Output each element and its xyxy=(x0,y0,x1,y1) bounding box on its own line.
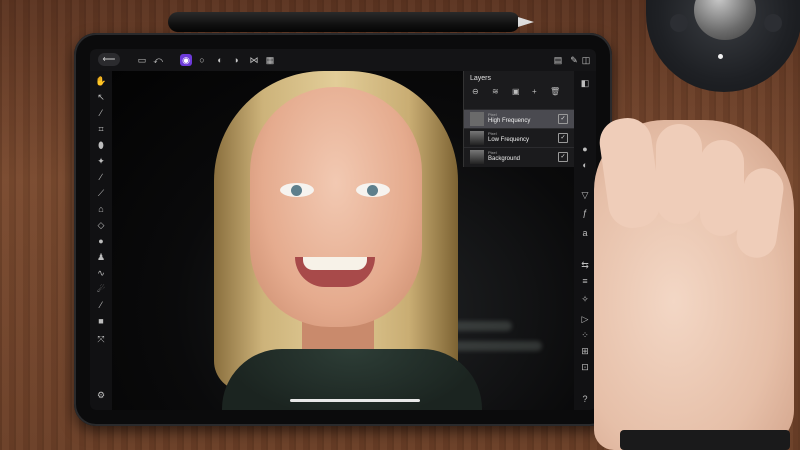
dial-led xyxy=(718,54,723,59)
layer-row[interactable]: Pixel High Frequency ✓ xyxy=(464,109,574,128)
layers-panel: Layers ⊖ ≋ ▣ + 🗑 Pixel High Frequency ✓ … xyxy=(463,71,574,167)
layer-name: Low Frequency xyxy=(488,137,530,143)
app-screen: ⟵ ▭ ⤺ ◉ ○ ◐ ◑ ⋈ ▦ ▤ ✎ ◫ ✋ ↖ ⁄ ⌗ ⬮ ✦ ∕ ⟋ … xyxy=(90,49,596,410)
layer-row[interactable]: Pixel Low Frequency ✓ xyxy=(464,128,574,147)
layers-icon[interactable]: ◧ xyxy=(579,77,591,89)
history-icon[interactable]: ⇆ xyxy=(579,259,591,271)
selection-brush-icon[interactable]: ⬮ xyxy=(95,139,107,151)
iris xyxy=(291,185,302,196)
move-tool-icon[interactable]: ↖ xyxy=(95,91,107,103)
photo-persona-icon[interactable]: ◉ xyxy=(180,54,192,66)
user-hand xyxy=(594,114,794,450)
left-tool-bar: ✋ ↖ ⁄ ⌗ ⬮ ✦ ∕ ⟋ ⌂ ◇ ● ♟ ∿ ☄ ⁄ ■ ⤧ ⚙ xyxy=(90,71,112,410)
color-picker-icon[interactable]: ⁄ xyxy=(95,107,107,119)
develop-icon[interactable]: ◐ xyxy=(214,54,226,66)
paint-brush-icon[interactable]: ∕ xyxy=(95,171,107,183)
healing-brush-icon[interactable]: ∿ xyxy=(95,267,107,279)
layer-visibility-checkbox[interactable]: ✓ xyxy=(558,152,568,162)
dial-right-button xyxy=(764,14,782,32)
apple-pencil xyxy=(168,12,534,32)
brush-studio-icon[interactable]: ✎ xyxy=(568,54,580,66)
filters-icon[interactable]: ƒ xyxy=(579,207,591,219)
smiling-mouth xyxy=(295,257,375,287)
portrait-face xyxy=(250,87,422,327)
layers-panel-title: Layers xyxy=(470,75,492,82)
undo-icon[interactable]: ⤺ xyxy=(152,54,164,66)
document-icon[interactable]: ▭ xyxy=(136,54,148,66)
flood-select-icon[interactable]: ✦ xyxy=(95,155,107,167)
hand-tool-icon[interactable]: ✋ xyxy=(95,75,107,87)
teeth xyxy=(303,257,367,270)
layer-kind: Pixel xyxy=(488,112,497,117)
pencil-tip xyxy=(518,17,534,27)
layer-kind: Pixel xyxy=(488,150,497,155)
finger xyxy=(700,140,744,236)
export-icon[interactable]: ⋈ xyxy=(248,54,260,66)
layer-thumbnail xyxy=(470,112,484,126)
layer-row[interactable]: Pixel Background ✓ xyxy=(464,147,574,166)
sharpen-tool-icon[interactable]: ⁄ xyxy=(95,299,107,311)
left-eye xyxy=(280,183,314,197)
finger xyxy=(596,114,664,232)
swatches-icon[interactable]: ◐ xyxy=(579,159,591,171)
transform-panel-icon[interactable]: ✧ xyxy=(579,293,591,305)
crop-tool-icon[interactable]: ⌗ xyxy=(95,123,107,135)
clone-tool-icon[interactable]: ♟ xyxy=(95,251,107,263)
info-icon[interactable]: ⊡ xyxy=(579,361,591,373)
right-eye xyxy=(356,183,390,197)
color-swatch-icon[interactable]: ■ xyxy=(95,315,107,327)
stock-icon[interactable]: ⊞ xyxy=(579,345,591,357)
flood-fill-icon[interactable]: ⌂ xyxy=(95,203,107,215)
macro-icon[interactable]: ▷ xyxy=(579,313,591,325)
back-button[interactable]: ⟵ xyxy=(98,53,120,66)
navigator-icon[interactable]: ≡ xyxy=(579,275,591,287)
document-setup-icon[interactable]: ▤ xyxy=(552,54,564,66)
layer-thumbnail xyxy=(470,150,484,164)
top-toolbar: ⟵ ▭ ⤺ ◉ ○ ◐ ◑ ⋈ ▦ ▤ ✎ ◫ xyxy=(90,49,596,71)
smudge-tool-icon[interactable]: ☄ xyxy=(95,283,107,295)
dodge-tool-icon[interactable]: ● xyxy=(95,235,107,247)
dial-knob xyxy=(694,0,756,40)
character-icon[interactable]: a xyxy=(579,227,591,239)
iris xyxy=(367,185,378,196)
layer-name: High Frequency xyxy=(488,118,531,124)
pixel-tool-icon[interactable]: ⟋ xyxy=(95,187,107,199)
mask-icon[interactable]: ▣ xyxy=(512,87,520,96)
home-indicator xyxy=(290,399,420,402)
help-icon[interactable]: ? xyxy=(579,393,591,405)
blend-mode-icon[interactable]: ≋ xyxy=(492,87,499,96)
adjustments-icon[interactable]: ▽ xyxy=(579,189,591,201)
layer-thumbnail xyxy=(470,131,484,145)
settings-icon[interactable]: ⚙ xyxy=(95,389,107,401)
layer-kind: Pixel xyxy=(488,131,497,136)
delete-layer-icon[interactable]: 🗑 xyxy=(550,87,560,96)
grid-view-icon[interactable]: ▦ xyxy=(264,54,276,66)
layer-name: Background xyxy=(488,156,521,162)
channels-icon[interactable]: ⁘ xyxy=(579,329,591,341)
add-layer-icon[interactable]: + xyxy=(532,87,537,96)
layer-visibility-checkbox[interactable]: ✓ xyxy=(558,133,568,143)
erase-brush-icon[interactable]: ◇ xyxy=(95,219,107,231)
transform-tool-icon[interactable]: ⤧ xyxy=(95,333,107,345)
tone-map-icon[interactable]: ◑ xyxy=(230,54,242,66)
ipad-device: ⟵ ▭ ⤺ ◉ ○ ◐ ◑ ⋈ ▦ ▤ ✎ ◫ ✋ ↖ ⁄ ⌗ ⬮ ✦ ∕ ⟋ … xyxy=(74,33,612,426)
right-studio-bar: ◧ ● ◐ ▽ ƒ a ⇆ ≡ ✧ ▷ ⁘ ⊞ ⊡ ? xyxy=(574,71,596,410)
liquify-icon[interactable]: ○ xyxy=(196,54,208,66)
layers-studio-icon[interactable]: ◫ xyxy=(580,54,592,66)
dial-left-button xyxy=(670,14,688,32)
finger xyxy=(656,124,702,224)
wrist-watch-band xyxy=(620,430,790,450)
layer-visibility-checkbox[interactable]: ✓ xyxy=(558,114,568,124)
remove-layer-icon[interactable]: ⊖ xyxy=(472,87,479,96)
color-wheel-icon[interactable]: ● xyxy=(579,143,591,155)
